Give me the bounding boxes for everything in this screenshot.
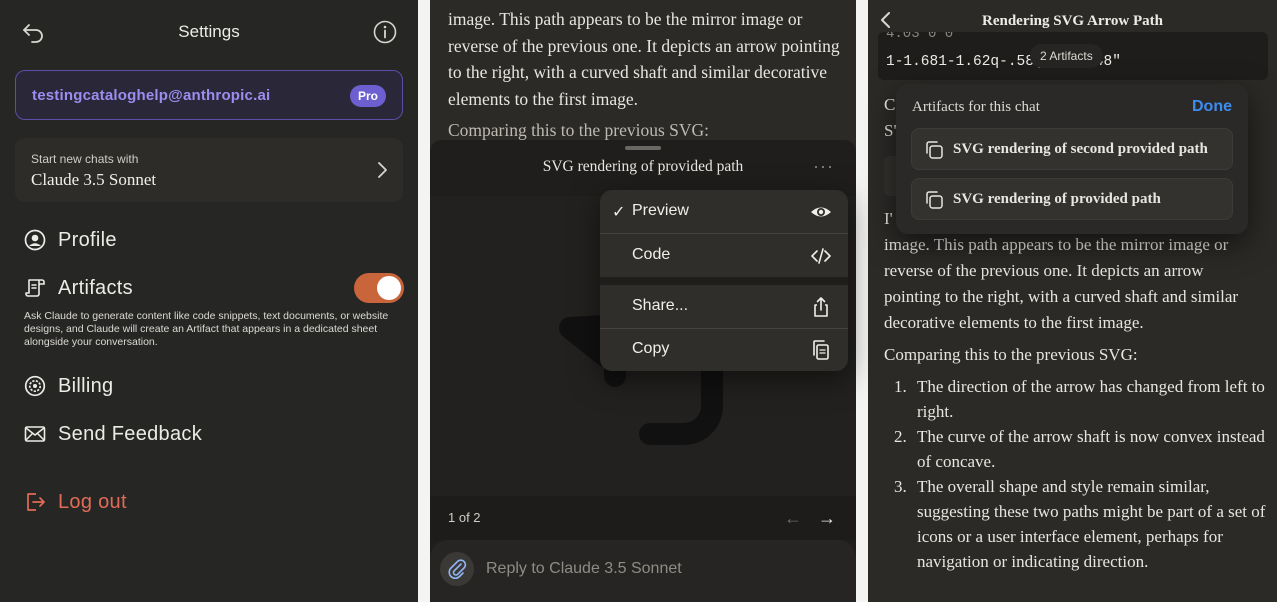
- artifact-item-label: SVG rendering of provided path: [953, 191, 1161, 207]
- menu-group-gap: [600, 277, 848, 285]
- menu-item-billing[interactable]: Billing: [24, 371, 113, 401]
- sheet-drag-handle[interactable]: [625, 146, 661, 150]
- list-text: The curve of the arrow shaft is now conv…: [917, 427, 1265, 471]
- artifact-item[interactable]: SVG rendering of provided path: [911, 178, 1233, 220]
- menu-label-profile: Profile: [58, 228, 117, 251]
- list-number: 3.: [894, 477, 907, 496]
- page-count: 1 of 2: [448, 510, 481, 525]
- list-number: 1.: [894, 377, 907, 396]
- menu-label-copy: Copy: [632, 340, 670, 357]
- user-circle-icon: [24, 229, 46, 251]
- list-text: The overall shape and style remain simil…: [917, 477, 1266, 571]
- paperclip-icon: [448, 559, 467, 579]
- mail-icon: [24, 426, 46, 442]
- plan-badge: Pro: [349, 85, 386, 107]
- logout-button[interactable]: Log out: [24, 487, 127, 517]
- next-arrow-icon[interactable]: →: [818, 508, 836, 529]
- settings-title: Settings: [178, 22, 240, 41]
- toggle-knob: [377, 276, 401, 300]
- more-options-icon[interactable]: ···: [813, 156, 834, 177]
- comparison-list: 1. The direction of the arrow has change…: [886, 374, 1266, 574]
- chat-title: Rendering SVG Arrow Path: [982, 13, 1163, 29]
- code-icon: [811, 248, 831, 264]
- default-model-row[interactable]: Start new chats with Claude 3.5 Sonnet: [15, 138, 403, 202]
- list-text: The direction of the arrow has changed f…: [917, 377, 1265, 421]
- list-item: 1. The direction of the arrow has change…: [886, 374, 1266, 424]
- artifacts-icon: [25, 279, 45, 297]
- settings-panel: Settings testingcataloghelp@anthropic.ai…: [0, 0, 418, 602]
- artifact-title: SVG rendering of provided path: [542, 158, 744, 175]
- sheet-pagination: 1 of 2 ← →: [430, 496, 856, 540]
- artifact-item-label: SVG rendering of second provided path: [953, 141, 1208, 157]
- logout-label: Log out: [58, 490, 127, 513]
- menu-label-code: Code: [632, 246, 671, 263]
- reply-input[interactable]: Reply to Claude 3.5 Sonnet: [430, 540, 856, 602]
- menu-label-share: Share...: [632, 297, 689, 314]
- artifact-item[interactable]: SVG rendering of second provided path: [911, 128, 1233, 170]
- account-email-box[interactable]: testingcataloghelp@anthropic.ai Pro: [15, 70, 403, 120]
- menu-item-send-feedback[interactable]: Send Feedback: [24, 419, 202, 449]
- chat-message-text: image. This path appears to be the mirro…: [884, 235, 1239, 332]
- artifacts-description: Ask Claude to generate content like code…: [24, 310, 389, 348]
- list-item: 2. The curve of the arrow shaft is now c…: [886, 424, 1266, 474]
- chat-header: Rendering SVG Arrow Path: [868, 0, 1277, 36]
- menu-item-share[interactable]: Share...: [600, 285, 848, 328]
- done-button[interactable]: Done: [1192, 98, 1232, 116]
- logout-icon: [27, 493, 45, 511]
- settings-header: Settings: [0, 14, 418, 50]
- chevron-right-icon: [378, 162, 387, 178]
- menu-label-billing: Billing: [58, 374, 114, 397]
- attach-button[interactable]: [440, 552, 474, 586]
- menu-label-preview: Preview: [632, 202, 689, 219]
- artifacts-count-button[interactable]: 2 Artifacts: [1030, 44, 1103, 68]
- list-item: 3. The overall shape and style remain si…: [886, 474, 1266, 574]
- reply-placeholder: Reply to Claude 3.5 Sonnet: [486, 560, 682, 577]
- copy-icon: [813, 340, 829, 360]
- list-number: 2.: [894, 427, 907, 446]
- menu-item-preview[interactable]: ✓ Preview: [600, 190, 848, 233]
- account-email: testingcataloghelp@anthropic.ai: [32, 87, 271, 104]
- copy-stack-icon: [926, 191, 943, 209]
- previous-arrow-icon[interactable]: ←: [784, 508, 802, 529]
- artifacts-popup: Artifacts for this chat Done SVG renderi…: [896, 84, 1248, 234]
- chat-message-text: image. This path appears to be the mirro…: [448, 9, 840, 109]
- checkmark-icon: ✓: [612, 204, 626, 221]
- partial-artifact-card: [884, 156, 896, 196]
- popup-title: Artifacts for this chat: [912, 99, 1040, 115]
- artifacts-toggle[interactable]: [354, 273, 404, 303]
- gear-icon: [24, 375, 46, 397]
- menu-item-copy[interactable]: Copy: [600, 328, 848, 371]
- menu-label-artifacts: Artifacts: [58, 276, 133, 299]
- copy-stack-icon: [926, 141, 943, 159]
- code-line: 4.03 0 0: [886, 32, 954, 42]
- default-model-hint: Start new chats with: [31, 152, 139, 166]
- eye-icon: [811, 207, 831, 217]
- info-icon[interactable]: [372, 19, 398, 45]
- menu-item-code[interactable]: Code: [600, 234, 848, 277]
- menu-label-send-feedback: Send Feedback: [58, 422, 202, 445]
- menu-item-profile[interactable]: Profile: [24, 225, 117, 255]
- chat-message-compare: Comparing this to the previous SVG:: [884, 345, 1138, 364]
- default-model-name: Claude 3.5 Sonnet: [31, 170, 157, 189]
- chat-message-compare: Comparing this to the previous SVG:: [448, 120, 710, 140]
- artifact-context-menu: ✓ Preview Code Share... Copy: [600, 190, 848, 371]
- share-icon: [814, 297, 828, 317]
- menu-item-artifacts: Artifacts: [24, 273, 133, 303]
